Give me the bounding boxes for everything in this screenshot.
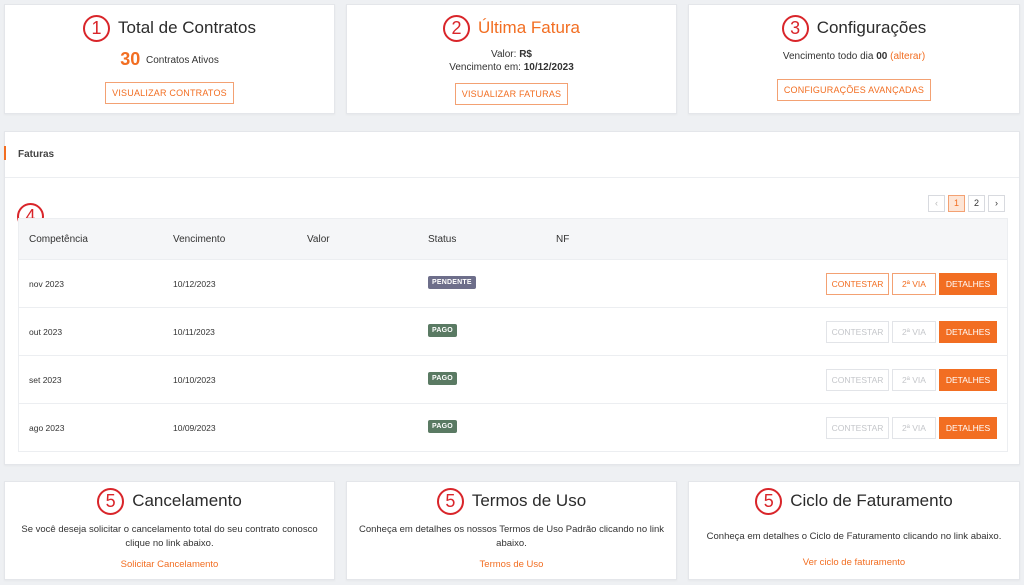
card-title: Cancelamento [132, 491, 242, 510]
col-valor: Valor [307, 234, 330, 245]
card-title: Termos de Uso [471, 491, 587, 510]
page-2-button[interactable]: 2 [968, 195, 985, 212]
cell-vencimento: 10/12/2023 [173, 279, 216, 289]
vencimento-label: Vencimento em: [449, 62, 521, 73]
table-header: Competência Vencimento Valor Status NF [19, 219, 1007, 259]
contracts-count-label: Contratos Ativos [146, 55, 219, 66]
terms-of-use-link[interactable]: Termos de Uso [347, 559, 676, 570]
table-row: set 2023 10/10/2023 PAGO CONTESTAR 2ª VI… [19, 355, 1007, 403]
cell-vencimento: 10/09/2023 [173, 423, 216, 433]
card-termos-de-uso: 5 Termos de Uso Conheça em detalhes os n… [346, 481, 677, 580]
card-ultima-fatura: 2 Última Fatura Valor: R$ Vencimento em:… [346, 4, 677, 114]
details-button[interactable]: DETALHES [939, 321, 997, 343]
row-actions: CONTESTAR 2ª VIA DETALHES [826, 369, 997, 391]
second-copy-button[interactable]: 2ª VIA [892, 417, 936, 439]
second-copy-button[interactable]: 2ª VIA [892, 369, 936, 391]
advanced-settings-button[interactable]: CONFIGURAÇÕES AVANÇADAS [776, 79, 932, 101]
next-page-button[interactable]: › [988, 195, 1005, 212]
cell-competencia: out 2023 [29, 327, 63, 337]
valor-label: Valor: [491, 49, 517, 60]
change-due-day-link[interactable]: (alterar) [890, 51, 925, 62]
panel-title: Faturas [18, 149, 55, 160]
table-row: out 2023 10/11/2023 PAGO CONTESTAR 2ª VI… [19, 307, 1007, 355]
prev-page-button[interactable]: ‹ [928, 195, 945, 212]
contest-button[interactable]: CONTESTAR [826, 273, 889, 295]
status-badge: PAGO [428, 324, 457, 337]
card-configuracoes: 3 Configurações Vencimento todo dia 00 (… [688, 4, 1020, 114]
card-title: Configurações [816, 18, 927, 37]
invoices-table: Competência Vencimento Valor Status NF n… [18, 218, 1008, 452]
cell-competencia: nov 2023 [29, 279, 64, 289]
details-button[interactable]: DETALHES [939, 273, 997, 295]
billing-cycle-link[interactable]: Ver ciclo de faturamento [689, 557, 1019, 568]
contest-button[interactable]: CONTESTAR [826, 321, 889, 343]
step-marker-1: 1 [83, 14, 111, 42]
details-button[interactable]: DETALHES [939, 369, 997, 391]
valor-value: R$ [519, 49, 532, 60]
status-badge: PENDENTE [428, 276, 476, 289]
panel-header: Faturas [4, 132, 1019, 178]
pagination: ‹ 1 2 › [928, 195, 1005, 212]
panel-accent-bar [4, 146, 6, 160]
col-competencia: Competência [29, 234, 88, 245]
details-button[interactable]: DETALHES [939, 417, 997, 439]
card-total-contratos: 1 Total de Contratos 30 Contratos Ativos… [4, 4, 335, 114]
step-marker-5: 5 [436, 487, 464, 515]
contracts-count: 30 [120, 49, 141, 69]
table-row: ago 2023 10/09/2023 PAGO CONTESTAR 2ª VI… [19, 403, 1007, 451]
contest-button[interactable]: CONTESTAR [826, 369, 889, 391]
page-1-button[interactable]: 1 [948, 195, 965, 212]
table-row: nov 2023 10/12/2023 PENDENTE CONTESTAR 2… [19, 259, 1007, 307]
due-day-value: 00 [876, 51, 888, 62]
card-title: Última Fatura [477, 18, 581, 37]
step-marker-5: 5 [755, 487, 783, 515]
card-description: Conheça em detalhes o Ciclo de Faturamen… [706, 531, 1002, 542]
card-cancelamento: 5 Cancelamento Se você deseja solicitar … [4, 481, 335, 580]
cell-vencimento: 10/11/2023 [173, 327, 215, 337]
card-title: Ciclo de Faturamento [790, 491, 953, 510]
cell-vencimento: 10/10/2023 [173, 375, 216, 385]
cell-competencia: set 2023 [29, 375, 62, 385]
contest-button[interactable]: CONTESTAR [826, 417, 889, 439]
col-vencimento: Vencimento [173, 234, 226, 245]
view-contracts-button[interactable]: VISUALIZAR CONTRATOS [105, 82, 234, 104]
card-title: Total de Contratos [118, 18, 256, 37]
status-badge: PAGO [428, 420, 457, 433]
col-nf: NF [556, 234, 570, 245]
step-marker-5: 5 [97, 487, 125, 515]
faturas-panel: Faturas 4 ‹ 1 2 › Competência Vencimento… [4, 131, 1020, 465]
row-actions: CONTESTAR 2ª VIA DETALHES [826, 273, 997, 295]
card-ciclo-faturamento: 5 Ciclo de Faturamento Conheça em detalh… [688, 481, 1020, 580]
card-description: Se você deseja solicitar o cancelamento … [21, 524, 318, 549]
card-description: Conheça em detalhes os nossos Termos de … [358, 524, 665, 549]
step-marker-2: 2 [442, 14, 470, 42]
col-status: Status [428, 234, 457, 245]
cell-competencia: ago 2023 [29, 423, 65, 433]
view-invoices-button[interactable]: VISUALIZAR FATURAS [454, 83, 569, 105]
row-actions: CONTESTAR 2ª VIA DETALHES [826, 321, 997, 343]
vencimento-value: 10/12/2023 [523, 62, 574, 73]
second-copy-button[interactable]: 2ª VIA [892, 273, 936, 295]
due-day-text: Vencimento todo dia [782, 51, 874, 62]
row-actions: CONTESTAR 2ª VIA DETALHES [826, 417, 997, 439]
request-cancellation-link[interactable]: Solicitar Cancelamento [5, 559, 334, 570]
step-marker-3: 3 [781, 14, 809, 42]
second-copy-button[interactable]: 2ª VIA [892, 321, 936, 343]
status-badge: PAGO [428, 372, 457, 385]
